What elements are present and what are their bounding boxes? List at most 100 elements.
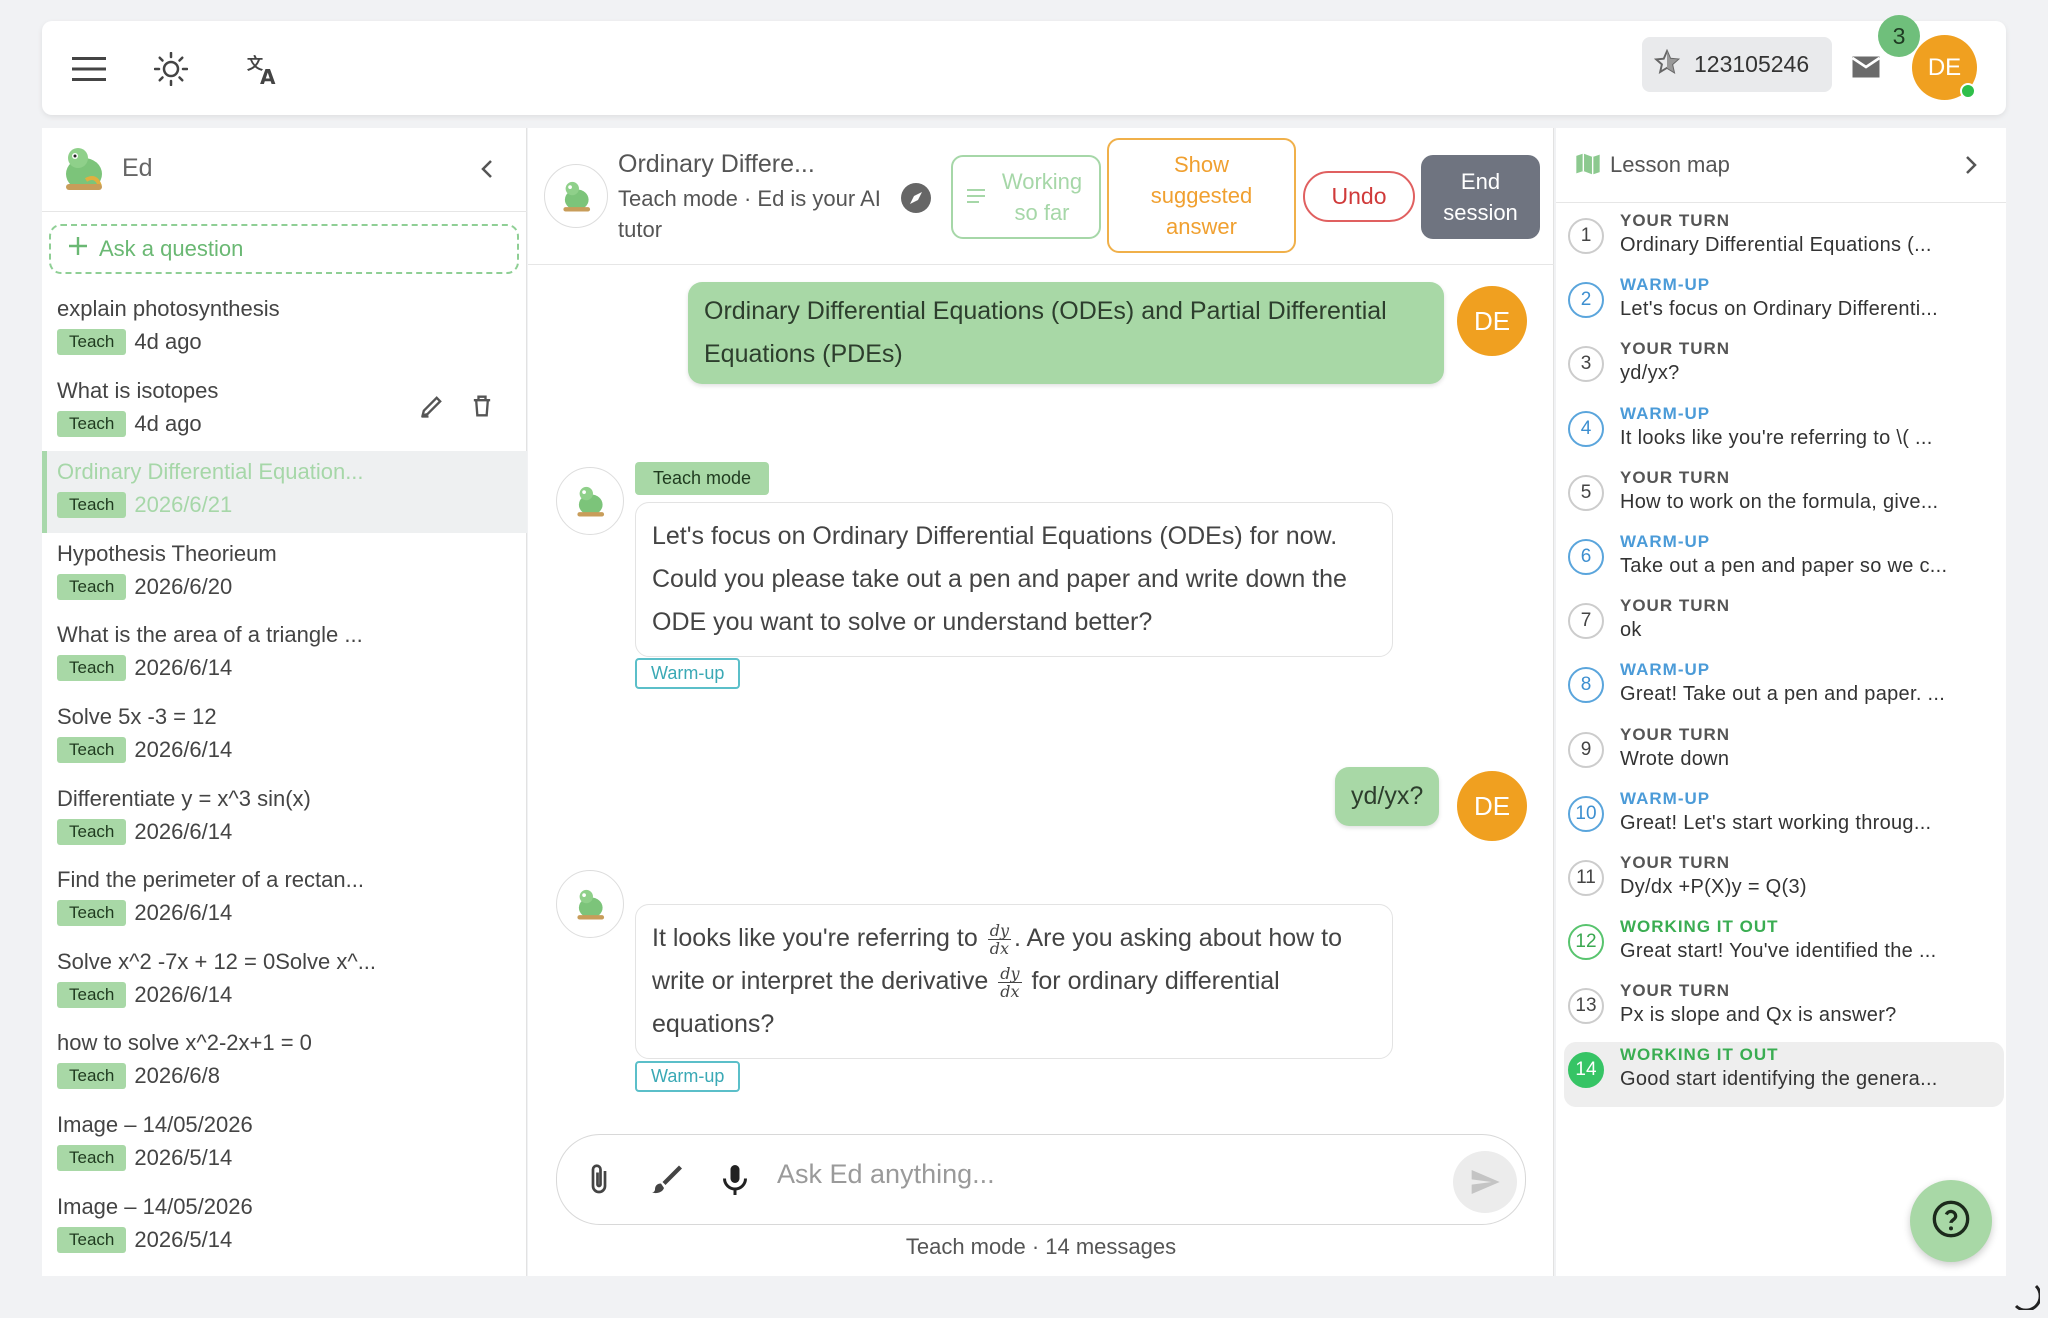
collapse-sidebar-icon[interactable] [472, 154, 502, 184]
map-icon [1574, 150, 1602, 178]
step-text: Dy/dx +P(X)y = Q(3) [1620, 875, 1807, 898]
teach-mode-tag: Teach mode [635, 462, 770, 495]
mail-icon[interactable] [1848, 49, 1886, 87]
conversation-item[interactable]: What is isotopes Teach 4d ago [42, 370, 527, 452]
lesson-step[interactable]: 1 YOUR TURN Ordinary Differential Equation… [1564, 208, 2004, 272]
loading-spinner-icon [2010, 1280, 2042, 1312]
attach-icon[interactable] [581, 1161, 619, 1199]
ed-avatar-icon [556, 467, 624, 535]
plus-icon [67, 235, 89, 263]
step-number: 6 [1568, 538, 1604, 575]
conversation-date: 2026/6/14 [134, 981, 233, 1007]
conversation-item-active[interactable]: Ordinary Differential Equation... Teach 2… [42, 451, 527, 533]
conversation-date: 4d ago [134, 329, 202, 354]
mode-tag: Teach [57, 410, 127, 437]
conversation-item[interactable]: explain photosynthesis Teach 4d ago [42, 288, 527, 370]
chat-title: Ordinary Differe... [618, 150, 815, 178]
credits-display[interactable]: 123105246 [1642, 37, 1832, 92]
step-kind: WARM-UP [1620, 788, 1711, 808]
help-button[interactable] [1910, 1180, 1992, 1262]
draw-icon[interactable] [649, 1161, 687, 1199]
chat-panel: Ordinary Differe... Teach mode · Ed is y… [528, 128, 1554, 1276]
send-icon[interactable] [1453, 1151, 1517, 1213]
mail-badge: 3 [1878, 15, 1920, 57]
fraction-denominator: dx [989, 938, 1009, 958]
step-text: Great start! You've identified the ... [1620, 940, 1937, 963]
warm-up-tag: Warm-up [635, 1061, 741, 1092]
step-text: Wrote down [1620, 747, 1730, 770]
step-text: Take out a pen and paper so we c... [1620, 554, 1948, 577]
undo-button[interactable]: Undo [1303, 171, 1415, 222]
conversation-date: 2026/6/20 [134, 573, 233, 599]
lesson-step[interactable]: 6 WARM-UP Take out a pen and paper so we c… [1564, 529, 2004, 593]
step-number: 11 [1568, 859, 1604, 896]
step-number: 12 [1568, 924, 1604, 961]
lesson-step[interactable]: 4 WARM-UP It looks like you're referring t… [1564, 401, 2004, 465]
menu-icon[interactable] [70, 50, 108, 88]
step-number: 3 [1568, 346, 1604, 383]
lesson-step[interactable]: 3 YOUR TURN yd/yx? [1564, 336, 2004, 400]
end-session-button[interactable]: End session [1421, 155, 1540, 239]
lesson-steps: 1 YOUR TURN Ordinary Differential Equation… [1564, 208, 2004, 1107]
edit-icon[interactable] [418, 392, 446, 425]
fraction-denominator: dx [1000, 981, 1020, 1001]
step-kind: YOUR TURN [1620, 852, 1731, 872]
compass-icon[interactable] [900, 182, 932, 214]
conversation-title: explain photosynthesis [57, 296, 280, 321]
show-suggested-answer-button[interactable]: Show suggested answer [1107, 138, 1296, 253]
lesson-step[interactable]: 13 YOUR TURN Px is slope and Qx is answer? [1564, 978, 2004, 1042]
conversation-item[interactable]: Image – 14/05/2026 Teach 2026/5/14 [42, 1186, 527, 1268]
mode-tag: Teach [57, 736, 127, 763]
lesson-step[interactable]: 2 WARM-UP Let's focus on Ordinary Differen… [1564, 272, 2004, 336]
lesson-map-header: Lesson map [1556, 128, 2006, 203]
star-icon [1653, 48, 1681, 81]
conversation-item[interactable]: Hypothesis Theorieum Teach 2026/6/20 [42, 533, 527, 615]
conversation-item[interactable]: What is the area of a triangle ... Teach… [42, 614, 527, 696]
conversation-item[interactable]: Solve x^2 -7x + 12 = 0Solve x^... Teach 2… [42, 941, 527, 1023]
mode-tag: Teach [57, 818, 127, 845]
step-number: 7 [1568, 603, 1604, 640]
step-kind: WORKING IT OUT [1620, 917, 1779, 937]
message-input[interactable]: Ask Ed anything... [777, 1159, 995, 1190]
step-text: Px is slope and Qx is answer? [1620, 1004, 1897, 1027]
conversation-date: 2026/6/14 [134, 818, 233, 844]
ask-question-button[interactable]: Ask a question [49, 224, 519, 274]
step-kind: YOUR TURN [1620, 981, 1731, 1001]
conversation-item[interactable]: how to solve x^2-2x+1 = 0 Teach 2026/6/8 [42, 1022, 527, 1104]
ed-avatar-icon [556, 870, 624, 938]
conversation-item[interactable]: Find the perimeter of a rectan... Teach 2… [42, 859, 527, 941]
step-number: 4 [1568, 410, 1604, 447]
lesson-step-current[interactable]: 14 WORKING IT OUT Good start identifying t… [1564, 1042, 2004, 1107]
working-so-far-button[interactable]: Working so far [951, 155, 1101, 239]
sidebar-title: Ed [122, 154, 153, 182]
lesson-step[interactable]: 5 YOUR TURN How to work on the formula, gi… [1564, 465, 2004, 529]
lesson-step[interactable]: 7 YOUR TURN ok [1564, 593, 2004, 657]
conversation-item[interactable]: Image – 14/05/2026 Teach 2026/5/14 [42, 1104, 527, 1186]
microphone-icon[interactable] [717, 1161, 755, 1199]
step-text: It looks like you're referring to \( ... [1620, 426, 1933, 449]
user-message: yd/yx? [1335, 767, 1440, 826]
step-text: Ordinary Differential Equations (... [1620, 234, 1932, 256]
lesson-step[interactable]: 10 WARM-UP Great! Let's start working thro… [1564, 786, 2004, 850]
theme-toggle-icon[interactable] [152, 50, 190, 88]
lesson-step[interactable]: 11 YOUR TURN Dy/dx +P(X)y = Q(3) [1564, 850, 2004, 914]
chevron-right-icon[interactable] [1956, 150, 1986, 180]
lesson-step[interactable]: 12 WORKING IT OUT Great start! You've iden… [1564, 914, 2004, 978]
conversation-item[interactable]: Differentiate y = x^3 sin(x) Teach 2026/6… [42, 778, 527, 860]
conversation-date: 4d ago [134, 410, 202, 436]
step-kind: YOUR TURN [1620, 339, 1731, 359]
translate-icon[interactable]: 文A [244, 50, 282, 88]
step-number: 2 [1568, 282, 1604, 319]
lesson-step[interactable]: 8 WARM-UP Great! Take out a pen and paper.… [1564, 657, 2004, 721]
credits-value: 123105246 [1694, 51, 1810, 77]
mode-tag: Teach [57, 1063, 127, 1090]
step-text: ok [1620, 619, 1642, 642]
top-bar: 文A 123105246 3 DE [42, 15, 2006, 115]
mode-tag: Teach [57, 900, 127, 927]
user-avatar: DE [1457, 286, 1527, 356]
conversation-item[interactable]: Solve 5x -3 = 12 Teach 2026/6/14 [42, 696, 527, 778]
lesson-step[interactable]: 9 YOUR TURN Wrote down [1564, 722, 2004, 786]
conversation-list: explain photosynthesis Teach 4d ago What … [42, 288, 527, 1267]
delete-icon[interactable] [468, 392, 496, 425]
conversation-date: 2026/5/14 [134, 1144, 233, 1170]
